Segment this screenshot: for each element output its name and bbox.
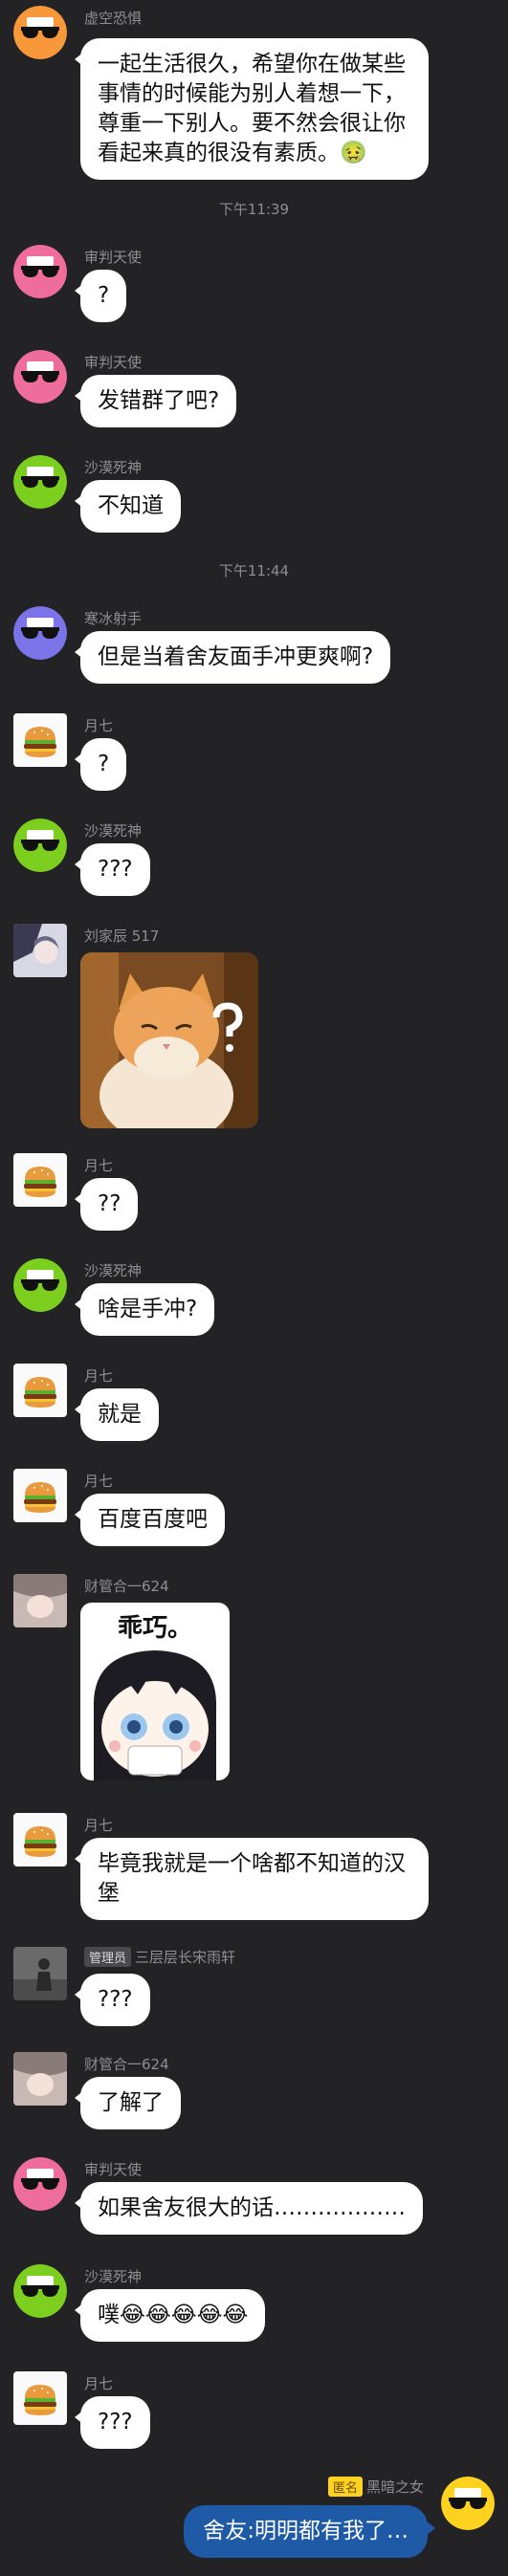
hamburger-avatar-icon [13, 2371, 67, 2425]
avatar[interactable] [13, 924, 67, 977]
anime-avatar-icon [13, 1574, 67, 1627]
hamburger-avatar-icon [13, 1813, 67, 1867]
sunglasses-green-avatar-icon [13, 1258, 67, 1312]
avatar[interactable] [13, 2157, 67, 2211]
avatar[interactable] [13, 350, 67, 404]
timestamp: 下午11:39 [218, 201, 290, 218]
message-bubble[interactable]: ??? [75, 1974, 150, 2026]
avatar[interactable] [13, 245, 67, 298]
sender-name: 寒冰射手 [84, 610, 143, 627]
self-sender-row: 匿名 黑暗之女 [327, 2477, 424, 2497]
sunglasses-green-avatar-icon [13, 819, 67, 872]
message-bubble[interactable]: 毕竟我就是一个啥都不知道的汉堡 [75, 1838, 429, 1920]
message-bubble[interactable]: ? [74, 738, 127, 791]
timestamp: 下午11:44 [218, 562, 290, 579]
sunglasses-yellow-avatar-icon [441, 2477, 495, 2530]
message-bubble[interactable]: ??? [75, 2396, 150, 2449]
sunglasses-pink-avatar-icon [13, 245, 67, 298]
sender-name: 沙漠死神 [84, 1262, 143, 1279]
message-bubble[interactable]: ??? [75, 843, 150, 896]
avatar[interactable] [13, 2052, 67, 2106]
sender-name: 刘家辰 517 [84, 928, 160, 945]
sender-name: 审判天使 [84, 249, 143, 266]
sunglasses-pink-avatar-icon [13, 2157, 67, 2211]
sunglasses-green-avatar-icon [13, 2264, 67, 2318]
avatar[interactable] [13, 2264, 67, 2318]
sender-name: 沙漠死神 [84, 459, 143, 476]
sender-name: 月七 [84, 1473, 114, 1490]
sender-name: 财管合一624 [84, 2056, 169, 2073]
hamburger-avatar-icon [13, 713, 67, 767]
avatar[interactable] [13, 713, 67, 767]
hamburger-avatar-icon [13, 1364, 67, 1417]
avatar[interactable] [13, 2371, 67, 2425]
sender-name: 沙漠死神 [84, 2268, 143, 2285]
sender-name: 月七 [84, 1367, 114, 1385]
avatar[interactable] [13, 1153, 67, 1207]
avatar[interactable] [13, 606, 67, 660]
sender-name: 月七 [84, 1157, 114, 1174]
message-bubble[interactable]: 但是当着舍友面手冲更爽啊? [74, 631, 391, 684]
sender-name: 沙漠死神 [84, 822, 143, 840]
message-bubble[interactable]: 如果舍友很大的话……………… [75, 2182, 423, 2235]
self-avatar[interactable] [441, 2477, 495, 2530]
cat-icon [80, 952, 258, 1128]
sender-name: 审判天使 [84, 354, 143, 371]
sender-name: 财管合一624 [84, 1578, 169, 1595]
message-bubble[interactable]: 百度百度吧 [75, 1494, 225, 1546]
avatar[interactable] [13, 819, 67, 872]
anonymous-badge: 匿名 [327, 2477, 363, 2497]
message-bubble[interactable]: 发错群了吧? [74, 375, 237, 427]
sender-name: 虚空恐惧 [84, 10, 143, 27]
self-sender-name: 黑暗之女 [365, 2478, 424, 2496]
anime-avatar-icon [13, 2052, 67, 2106]
message-bubble[interactable]: 就是 [75, 1388, 159, 1441]
cat-photo[interactable] [80, 952, 258, 1128]
anime-sticker[interactable]: 乖巧。 [80, 1603, 230, 1780]
avatar[interactable] [13, 1947, 67, 2000]
admin-badge: 管理员 [84, 1947, 132, 1967]
sunglasses-purple-avatar-icon [13, 606, 67, 660]
message-bubble[interactable]: 啥是手冲? [74, 1283, 215, 1336]
sunglasses-orange-avatar-icon [13, 6, 67, 59]
sender-name: 月七 [84, 2375, 114, 2392]
anime-boy-icon [93, 1650, 217, 1780]
self-message-bubble[interactable]: 舍友:明明都有我了… [184, 2505, 435, 2558]
figure-avatar-icon [13, 1947, 67, 2000]
avatar[interactable] [13, 1364, 67, 1417]
sender-name: 三层层长宋雨轩 [135, 1949, 236, 1966]
sunglasses-green-avatar-icon [13, 455, 67, 509]
sender-name-row: 管理员 三层层长宋雨轩 [84, 1947, 235, 1967]
avatar[interactable] [13, 6, 67, 59]
hamburger-avatar-icon [13, 1469, 67, 1522]
hamburger-avatar-icon [13, 1153, 67, 1207]
anime-avatar-icon [13, 924, 67, 977]
sender-name: 月七 [84, 717, 114, 734]
message-bubble[interactable]: 不知道 [75, 480, 181, 533]
message-bubble[interactable]: ? [74, 270, 127, 322]
message-bubble[interactable]: 了解了 [75, 2077, 181, 2129]
avatar[interactable] [13, 1574, 67, 1627]
avatar[interactable] [13, 1813, 67, 1867]
message-bubble[interactable]: 一起生活很久，希望你在做某些事情的时候能为别人着想一下，尊重一下别人。要不然会很… [75, 38, 429, 180]
sender-name: 月七 [84, 1817, 114, 1834]
avatar[interactable] [13, 1469, 67, 1522]
sender-name: 审判天使 [84, 2161, 143, 2178]
sunglasses-pink-avatar-icon [13, 350, 67, 404]
message-bubble[interactable]: ?? [74, 1178, 139, 1231]
avatar[interactable] [13, 1258, 67, 1312]
message-bubble[interactable]: 噗😂😂😂😂😂 [74, 2289, 266, 2342]
avatar[interactable] [13, 455, 67, 509]
